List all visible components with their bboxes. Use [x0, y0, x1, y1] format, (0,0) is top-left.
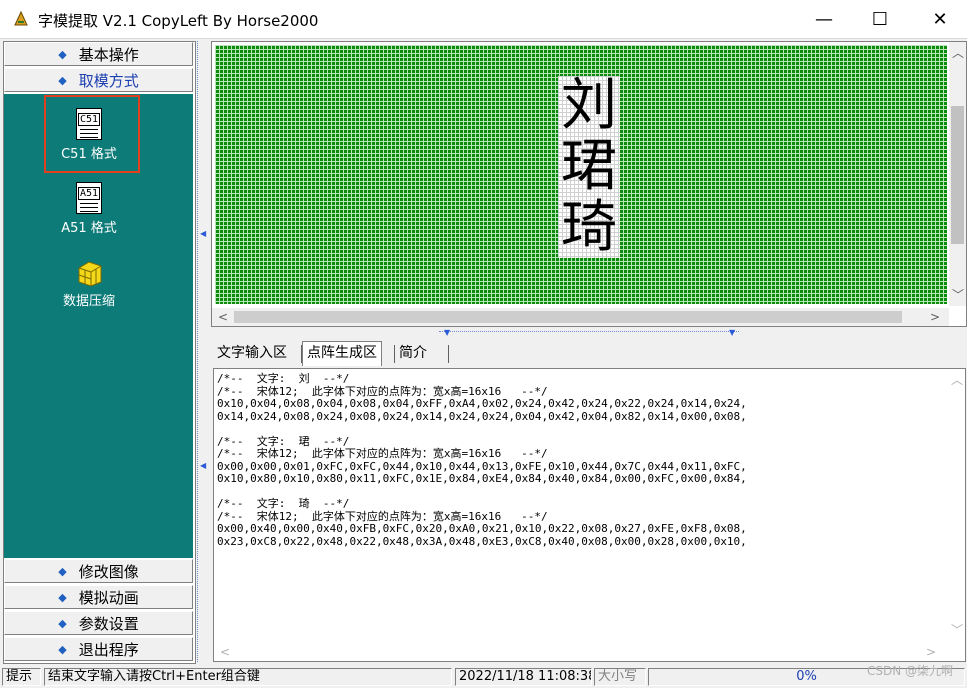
text-horizontal-scrollbar[interactable]: < >: [214, 643, 947, 661]
scroll-thumb[interactable]: [951, 106, 964, 244]
compress-cube-icon: [78, 261, 102, 287]
nav-exit-program[interactable]: ◆ 退出程序: [4, 637, 193, 661]
status-bar: 提示 结束文字输入请按Ctrl+Enter组合键 2022/11/18 11:0…: [0, 664, 967, 687]
app-logo-icon: [14, 10, 28, 26]
scroll-right-icon[interactable]: >: [930, 310, 940, 324]
grid-vertical-scrollbar[interactable]: ︿ ﹀: [949, 42, 966, 306]
dot-matrix-output[interactable]: /*-- 文字: 刘 --*/ /*-- 宋体12; 此字体下对应的点阵为：宽x…: [217, 372, 937, 548]
splitter-down-icon[interactable]: ▼: [444, 328, 450, 337]
tool-label: C51 格式: [61, 147, 117, 162]
data-compress-tool[interactable]: 数据压缩: [44, 258, 134, 309]
glyph-char: 刘: [561, 73, 617, 138]
diamond-icon: ◆: [58, 616, 67, 630]
nav-simulate-animation[interactable]: ◆ 模拟动画: [4, 585, 193, 609]
nav-label: 基本操作: [78, 45, 139, 64]
diamond-icon: ◆: [58, 590, 67, 604]
nav-label: 模拟动画: [78, 588, 139, 607]
dot-matrix-grid[interactable]: 刘 珺 琦: [215, 45, 947, 304]
nav-label: 退出程序: [78, 640, 139, 659]
vertical-splitter[interactable]: ◀ ◀: [197, 41, 208, 662]
scroll-right-icon[interactable]: >: [926, 645, 936, 659]
status-datetime: 2022/11/18 11:08:38: [455, 668, 592, 686]
nav-parameter-settings[interactable]: ◆ 参数设置: [4, 611, 193, 635]
grid-horizontal-scrollbar[interactable]: < >: [212, 308, 949, 326]
diamond-icon: ◆: [58, 47, 67, 61]
nav-basic-operations[interactable]: ◆ 基本操作: [4, 42, 193, 66]
splitter-line: [439, 331, 739, 332]
status-caps: 大小写: [594, 668, 646, 686]
tool-panel: C51 C51 格式 A51 A51 格式 数据压缩: [4, 94, 193, 558]
tab-dot-matrix[interactable]: 点阵生成区: [302, 341, 382, 366]
scroll-thumb[interactable]: [234, 311, 902, 323]
scroll-left-icon[interactable]: <: [220, 645, 230, 659]
tab-text-input[interactable]: 文字输入区: [213, 343, 291, 364]
progress-percent: 0%: [796, 669, 817, 684]
diamond-icon: ◆: [58, 564, 67, 578]
diamond-icon: ◆: [58, 642, 67, 656]
scroll-up-icon[interactable]: ︿: [952, 44, 964, 61]
close-button[interactable]: ✕: [917, 0, 963, 38]
horizontal-splitter[interactable]: ▼ ▼: [211, 327, 965, 339]
nav-label: 取模方式: [78, 71, 139, 90]
collapse-left-icon[interactable]: ◀: [200, 230, 206, 238]
nav-extract-mode[interactable]: ◆ 取模方式: [4, 68, 193, 92]
output-text-panel: /*-- 文字: 刘 --*/ /*-- 宋体12; 此字体下对应的点阵为：宽x…: [213, 368, 966, 662]
scroll-left-icon[interactable]: <: [218, 310, 228, 324]
maximize-button[interactable]: ☐: [857, 0, 903, 38]
collapse-left-icon[interactable]: ◀: [200, 462, 206, 470]
tool-label: 数据压缩: [62, 294, 115, 309]
tool-label: A51 格式: [61, 221, 117, 236]
nav-label: 参数设置: [78, 614, 139, 633]
tab-introduction[interactable]: 简介: [395, 343, 431, 364]
glyph-preview: 刘 珺 琦: [558, 76, 620, 258]
scroll-down-icon[interactable]: ﹀: [952, 286, 964, 303]
a51-document-icon: A51: [76, 182, 102, 214]
nav-label: 修改图像: [78, 562, 139, 581]
text-vertical-scrollbar[interactable]: ︿ ﹀: [948, 369, 965, 641]
minimize-button[interactable]: —: [801, 0, 847, 38]
diamond-icon: ◆: [58, 73, 67, 87]
watermark: CSDN @柒九啊: [866, 664, 953, 678]
a51-format-tool[interactable]: A51 A51 格式: [44, 182, 134, 236]
nav-edit-image[interactable]: ◆ 修改图像: [4, 559, 193, 583]
window-title: 字模提取 V2.1 CopyLeft By Horse2000: [38, 12, 319, 30]
scroll-up-icon[interactable]: ︿: [951, 371, 963, 388]
c51-format-tool[interactable]: C51 C51 格式: [44, 108, 134, 162]
status-message: 结束文字输入请按Ctrl+Enter组合键: [44, 668, 452, 686]
c51-document-icon: C51: [76, 108, 102, 140]
status-label: 提示: [2, 668, 41, 686]
scroll-down-icon[interactable]: ﹀: [951, 621, 963, 638]
splitter-down-icon[interactable]: ▼: [729, 328, 735, 337]
sidebar: ◆ 基本操作 ◆ 取模方式 C51 C51 格式 A51 A51 格式 数据压缩…: [3, 41, 196, 664]
glyph-char: 珺: [561, 134, 617, 199]
title-bar: 字模提取 V2.1 CopyLeft By Horse2000 — ☐ ✕: [0, 0, 967, 38]
glyph-char: 琦: [561, 195, 617, 260]
dot-matrix-panel: 刘 珺 琦 ︿ ﹀ < >: [211, 41, 967, 327]
